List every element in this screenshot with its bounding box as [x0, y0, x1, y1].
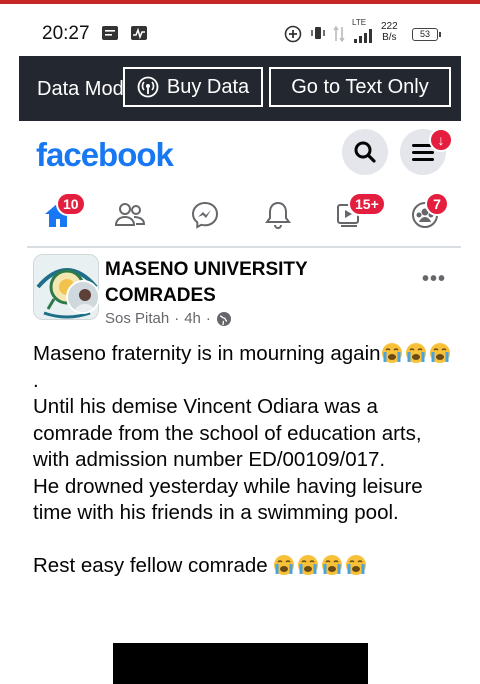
tab-home[interactable]: 10 — [38, 192, 86, 234]
buy-data-label: Buy Data — [166, 75, 250, 98]
menu-badge: ↓ — [429, 128, 453, 152]
tab-messenger[interactable] — [185, 196, 225, 234]
activity-icon — [130, 25, 148, 41]
vibrate-icon — [309, 25, 327, 41]
tab-notifications[interactable] — [258, 196, 298, 234]
post-paragraph: Rest easy fellow comrade — [33, 553, 453, 580]
redacted-block — [113, 643, 368, 684]
post-paragraph: Maseno fraternity is in mourning again. — [33, 341, 453, 394]
more-options-icon[interactable]: ••• — [422, 268, 446, 291]
post-meta: Sos Pitah · 4h · — [105, 310, 232, 327]
post-text-punctuation: . — [33, 368, 39, 392]
facebook-logo[interactable]: facebook — [36, 136, 174, 174]
messenger-icon — [191, 201, 219, 229]
status-time: 20:27 — [42, 23, 90, 44]
post-time[interactable]: 4h — [184, 310, 201, 327]
post-text-line: Rest easy fellow comrade — [33, 553, 268, 577]
network-type: LTE — [352, 18, 367, 27]
data-mode-banner: Data Mode Buy Data Go to Text Only — [19, 56, 461, 121]
crying-face-icon — [429, 342, 451, 364]
author-name[interactable]: Sos Pitah — [105, 310, 169, 327]
crying-face-icon — [405, 342, 427, 364]
message-icon — [101, 25, 119, 41]
meta-separator: · — [205, 310, 211, 327]
tab-groups[interactable]: 7 — [405, 192, 449, 234]
app-header: facebook — [0, 121, 480, 187]
nav-tabs: 10 15+ 7 — [0, 188, 480, 244]
home-badge: 10 — [56, 192, 86, 216]
post-paragraph: He drowned yesterday while having leisur… — [33, 474, 429, 525]
bell-icon — [265, 201, 291, 229]
video-badge: 15+ — [348, 192, 386, 216]
battery-indicator: 53 — [412, 28, 441, 41]
friends-icon — [114, 203, 146, 226]
crying-face-icon — [381, 342, 403, 364]
post-header: MASENO UNIVERSITY COMRADES Sos Pitah · 4… — [0, 250, 480, 332]
tab-friends[interactable] — [110, 196, 150, 234]
data-mode-label: Data Mode — [37, 78, 135, 100]
search-button[interactable] — [342, 129, 388, 175]
text-only-label: Go to Text Only — [291, 75, 429, 98]
crying-face-icon — [321, 554, 343, 576]
globe-icon — [216, 311, 231, 326]
data-transfer-icon — [333, 25, 351, 43]
group-name[interactable]: MASENO UNIVERSITY COMRADES — [105, 257, 385, 309]
groups-badge: 7 — [425, 192, 449, 216]
post-paragraph: Until his demise Vincent Odiara was a co… — [33, 395, 428, 471]
signal-icon — [352, 28, 372, 44]
post-text-line: Maseno fraternity is in mourning again — [33, 342, 381, 365]
nav-divider — [27, 246, 461, 248]
search-icon — [354, 141, 376, 163]
crying-face-icon — [345, 554, 367, 576]
wireless-icon — [137, 76, 159, 98]
network-speed: 222 B/s — [381, 21, 398, 43]
status-bar: 20:27 LTE 222 B/s 53 — [0, 4, 480, 56]
meta-separator: · — [174, 310, 180, 327]
data-saver-icon — [284, 25, 302, 43]
text-only-button[interactable]: Go to Text Only — [269, 67, 451, 107]
tab-video[interactable]: 15+ — [330, 192, 386, 234]
post-body: Maseno fraternity is in mourning again. … — [33, 341, 453, 579]
crying-face-icon — [297, 554, 319, 576]
buy-data-button[interactable]: Buy Data — [123, 67, 263, 107]
crying-face-icon — [273, 554, 295, 576]
author-avatar[interactable] — [66, 280, 100, 314]
